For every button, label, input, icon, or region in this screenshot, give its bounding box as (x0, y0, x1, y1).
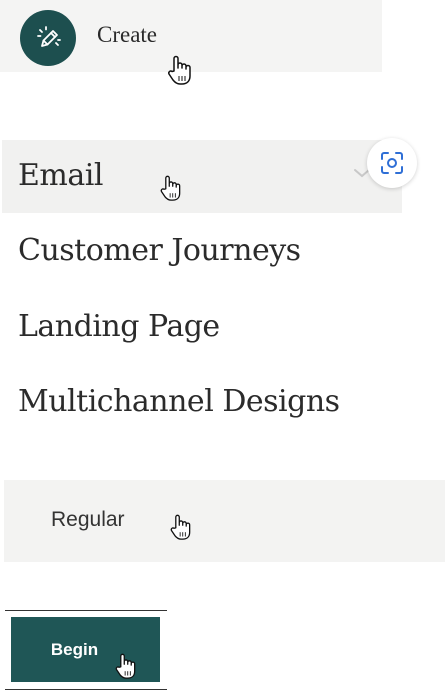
hand-cursor-icon (115, 653, 136, 679)
create-icon-button[interactable] (20, 10, 76, 66)
menu-item-email[interactable]: Email (18, 158, 103, 193)
pencil-sparkle-icon (37, 26, 61, 47)
divider-bottom (5, 689, 167, 690)
hand-cursor-icon (170, 514, 191, 540)
regular-label: Regular (51, 508, 125, 531)
menu-item-landing-page[interactable]: Landing Page (18, 309, 220, 344)
divider-top (5, 610, 167, 611)
hand-cursor-icon (168, 55, 191, 85)
menu-item-multichannel-designs[interactable]: Multichannel Designs (18, 384, 340, 419)
create-label: Create (97, 22, 158, 47)
focus-scan-button[interactable] (367, 138, 417, 188)
focus-scan-icon (381, 152, 403, 174)
hand-cursor-icon (160, 175, 181, 201)
menu-item-customer-journeys[interactable]: Customer Journeys (18, 233, 301, 268)
begin-label: Begin (50, 639, 99, 659)
